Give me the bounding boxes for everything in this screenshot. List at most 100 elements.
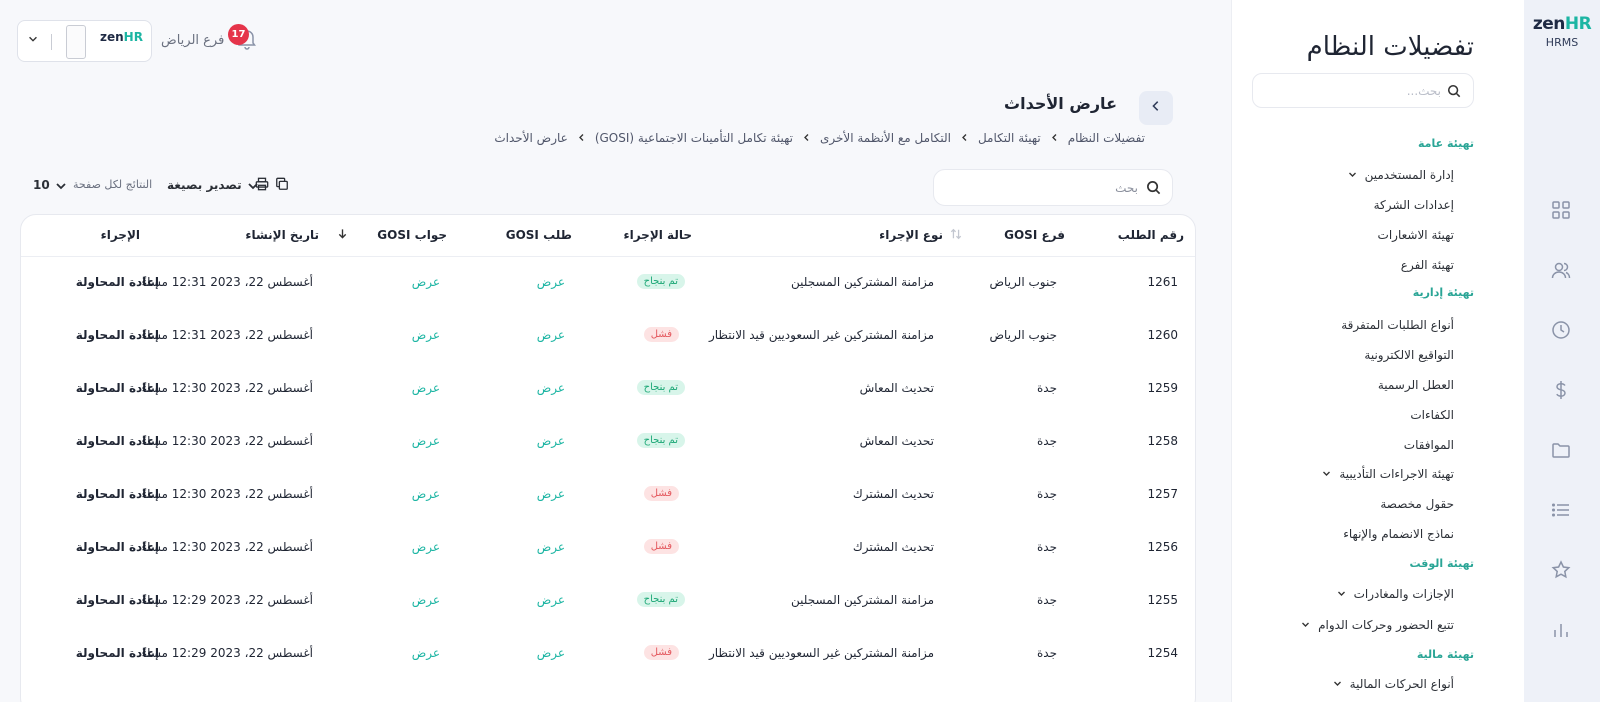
back-button[interactable] [1139, 91, 1173, 125]
sidebar-search [1252, 73, 1474, 108]
view-response-link[interactable]: عرض [412, 328, 440, 342]
search-input[interactable] [948, 178, 1138, 198]
sidebar-item-label: تهيئة الوقت [1409, 557, 1474, 570]
header-gosi-request[interactable]: طلب GOSI [506, 228, 572, 242]
header-action-type[interactable]: نوع الإجراء [879, 228, 943, 242]
chevron-down-icon[interactable] [1322, 469, 1331, 481]
status-badge: فشل [643, 645, 679, 660]
view-request-link[interactable]: عرض [537, 646, 565, 660]
retry-button[interactable]: إعادة المحاولة [76, 646, 159, 660]
logo-zen: zen [1532, 14, 1566, 34]
sidebar-item[interactable]: العطل الرسمية [1378, 378, 1474, 392]
copy-icon[interactable] [275, 177, 289, 194]
view-request-link[interactable]: عرض [537, 381, 565, 395]
sidebar-item[interactable]: تهيئة الفرع [1401, 258, 1474, 272]
retry-button[interactable]: إعادة المحاولة [76, 381, 159, 395]
table-tools: 10 النتائج لكل صفحة تصدير بصيغة [33, 177, 303, 198]
cell-gosi-branch: جدة [1036, 434, 1057, 448]
sidebar-item[interactable]: إدارة المستخدمين [1348, 168, 1474, 182]
sidebar-item-label: تتبع الحضور وحركات الدوام [1318, 618, 1454, 632]
chevron-down-icon[interactable] [27, 33, 41, 47]
header-action-status[interactable]: حالة الإجراء [623, 228, 692, 242]
cell-gosi-branch: جدة [1036, 381, 1057, 395]
dollar-icon[interactable] [1551, 380, 1573, 402]
cell-action-type: تحديث المشترك [852, 540, 934, 554]
breadcrumb-item[interactable]: تهيئة التكامل [978, 131, 1041, 145]
sidebar-item[interactable]: تهيئة الاجراءات التأديبية [1322, 467, 1474, 481]
top-bar: zenHR فرع الرياض 17 [17, 20, 277, 62]
view-request-link[interactable]: عرض [537, 487, 565, 501]
export-dropdown[interactable]: تصدير بصيغة [163, 178, 260, 193]
view-request-link[interactable]: عرض [537, 593, 565, 607]
view-response-link[interactable]: عرض [412, 487, 440, 501]
view-request-link[interactable]: عرض [537, 434, 565, 448]
sidebar-item[interactable]: الإجازات والمغادرات [1337, 587, 1474, 601]
view-response-link[interactable]: عرض [412, 593, 440, 607]
sidebar-item[interactable]: التواقيع الالكترونية [1364, 348, 1474, 362]
breadcrumb-item[interactable]: التكامل مع الأنظمة الأخرى [820, 131, 951, 145]
sidebar-item[interactable]: أنواع الحركات المالية [1333, 677, 1474, 691]
divider [51, 34, 52, 50]
per-page-label: النتائج لكل صفحة [73, 178, 153, 191]
sidebar-item[interactable]: تهيئة الاشعارات [1378, 228, 1474, 242]
breadcrumb-item[interactable]: تهيئة تكامل التأمينات الاجتماعية (GOSI) [595, 131, 793, 145]
chevron-down-icon[interactable] [1333, 679, 1342, 691]
grid-icon[interactable] [1551, 200, 1573, 222]
chart-icon[interactable] [1551, 620, 1573, 642]
notification-badge: 17 [228, 24, 249, 45]
retry-button[interactable]: إعادة المحاولة [76, 275, 159, 289]
sort-icon[interactable] [950, 228, 962, 243]
cell-gosi-branch: جنوب الرياض [989, 275, 1057, 289]
sidebar-item[interactable]: إعدادات الشركة [1374, 198, 1474, 212]
cell-request-id: 1258 [1147, 434, 1178, 448]
sidebar-item[interactable]: حقول مخصصة [1380, 497, 1474, 511]
sidebar-item-label: الكفاءات [1410, 408, 1454, 422]
print-icon[interactable] [255, 177, 269, 194]
view-response-link[interactable]: عرض [412, 434, 440, 448]
folder-icon[interactable] [1551, 440, 1573, 462]
header-request-id[interactable]: رقم الطلب [1118, 228, 1184, 242]
status-badge: فشل [643, 327, 679, 342]
view-request-link[interactable]: عرض [537, 540, 565, 554]
list-icon[interactable] [1551, 500, 1573, 522]
sidebar-item[interactable]: الموافقات [1404, 438, 1474, 452]
sidebar-item[interactable]: تتبع الحضور وحركات الدوام [1301, 618, 1474, 632]
table-row: 1257 جدة تحديث المشترك عرض عرض أغسطس 22، 2023… [21, 469, 1195, 522]
sidebar-item[interactable]: نماذج الانضمام والإنهاء [1343, 527, 1474, 541]
retry-button[interactable]: إعادة المحاولة [76, 593, 159, 607]
breadcrumb-item[interactable]: تفضيلات النظام [1068, 131, 1145, 145]
per-page-select[interactable]: 10 [33, 178, 68, 193]
logo-hr: HR [1564, 14, 1592, 34]
header-created-at[interactable]: تاريخ الإنشاء [245, 228, 319, 242]
chevron-down-icon[interactable] [1301, 620, 1310, 632]
sidebar-item[interactable]: أنواع الطلبات المتفرقة [1341, 318, 1474, 332]
cell-created-at: أغسطس 22، 2023 12:29 مساءً [141, 593, 313, 607]
retry-button[interactable]: إعادة المحاولة [76, 434, 159, 448]
clock-icon[interactable] [1551, 320, 1573, 342]
sidebar-item-label: الإجازات والمغادرات [1353, 587, 1454, 601]
breadcrumb: تفضيلات النظام تهيئة التكامل التكامل مع ال… [494, 131, 1145, 145]
chevron-down-icon[interactable] [1348, 170, 1357, 182]
arrow-down-icon[interactable] [337, 228, 348, 242]
view-request-link[interactable]: عرض [537, 328, 565, 342]
retry-button[interactable]: إعادة المحاولة [76, 487, 159, 501]
table-row: 1259 جدة تحديث المعاش عرض عرض أغسطس 22، 2023 … [21, 363, 1195, 416]
users-icon[interactable] [1551, 260, 1573, 282]
chevron-down-icon[interactable] [1337, 589, 1346, 601]
sidebar-search-input[interactable] [1271, 80, 1441, 102]
view-response-link[interactable]: عرض [412, 540, 440, 554]
sidebar-item-label: أنواع الطلبات المتفرقة [1341, 318, 1454, 332]
sidebar-item[interactable]: الكفاءات [1410, 408, 1474, 422]
view-request-link[interactable]: عرض [537, 275, 565, 289]
view-response-link[interactable]: عرض [412, 381, 440, 395]
retry-button[interactable]: إعادة المحاولة [76, 540, 159, 554]
view-response-link[interactable]: عرض [412, 646, 440, 660]
star-icon[interactable] [1551, 560, 1573, 582]
retry-button[interactable]: إعادة المحاولة [76, 328, 159, 342]
zenhr-logo[interactable]: zenHR HRMS [1524, 14, 1600, 49]
header-gosi-response[interactable]: جواب GOSI [377, 228, 447, 242]
branch-switcher[interactable]: zenHR [17, 20, 152, 62]
view-response-link[interactable]: عرض [412, 275, 440, 289]
header-gosi-branch[interactable]: فرع GOSI [1004, 228, 1065, 242]
breadcrumb-item: عارض الأحداث [494, 131, 568, 145]
